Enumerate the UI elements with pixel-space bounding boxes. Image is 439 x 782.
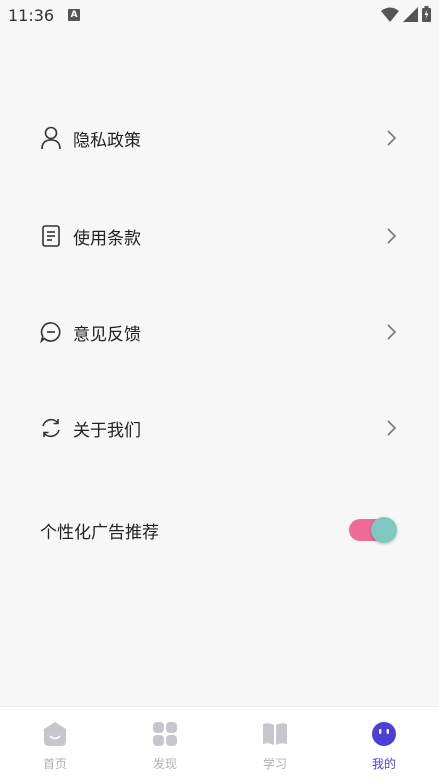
menu-item-label: 关于我们 — [73, 420, 141, 441]
chevron-right-icon — [387, 228, 397, 244]
status-icons — [381, 6, 431, 22]
chat-bubble-icon — [40, 321, 62, 343]
signal-icon — [403, 6, 418, 22]
tab-mine[interactable]: 我的 — [329, 707, 439, 782]
tab-home[interactable]: 首页 — [0, 707, 110, 782]
personalized-ads-label: 个性化广告推荐 — [40, 522, 159, 543]
smiley-icon — [372, 722, 396, 746]
menu-item-feedback[interactable]: 意见反馈 — [0, 302, 439, 362]
tab-discover[interactable]: 发现 — [110, 707, 220, 782]
personalized-ads-toggle[interactable] — [349, 517, 397, 543]
home-icon — [44, 722, 66, 746]
chevron-right-icon — [387, 324, 397, 340]
tab-study[interactable]: 学习 — [220, 707, 330, 782]
keyboard-indicator-icon: A — [68, 9, 81, 21]
tab-label: 首页 — [42, 757, 67, 771]
menu-item-label: 隐私政策 — [73, 130, 141, 151]
tab-label: 我的 — [371, 757, 396, 771]
battery-icon — [422, 6, 431, 22]
tab-label: 学习 — [262, 757, 287, 771]
status-bar: 11:36 A — [0, 0, 439, 30]
menu-item-about-us[interactable]: 关于我们 — [0, 398, 439, 458]
wifi-icon — [381, 7, 399, 22]
menu-item-privacy-policy[interactable]: 隐私政策 — [0, 108, 439, 168]
menu-item-label: 意见反馈 — [73, 324, 141, 345]
book-icon — [263, 723, 287, 745]
bottom-tab-bar: 首页 发现 学习 我的 — [0, 706, 439, 782]
menu-item-label: 使用条款 — [73, 228, 141, 249]
toggle-knob — [371, 517, 397, 543]
grid-icon — [153, 722, 177, 746]
chevron-right-icon — [387, 130, 397, 146]
status-time: 11:36 — [8, 5, 55, 25]
menu-item-terms-of-use[interactable]: 使用条款 — [0, 206, 439, 266]
tab-label: 发现 — [152, 757, 177, 771]
personalized-ads-row: 个性化广告推荐 — [0, 500, 439, 560]
refresh-icon — [40, 417, 62, 439]
document-icon — [40, 225, 62, 247]
person-icon — [40, 126, 62, 150]
chevron-right-icon — [387, 420, 397, 436]
